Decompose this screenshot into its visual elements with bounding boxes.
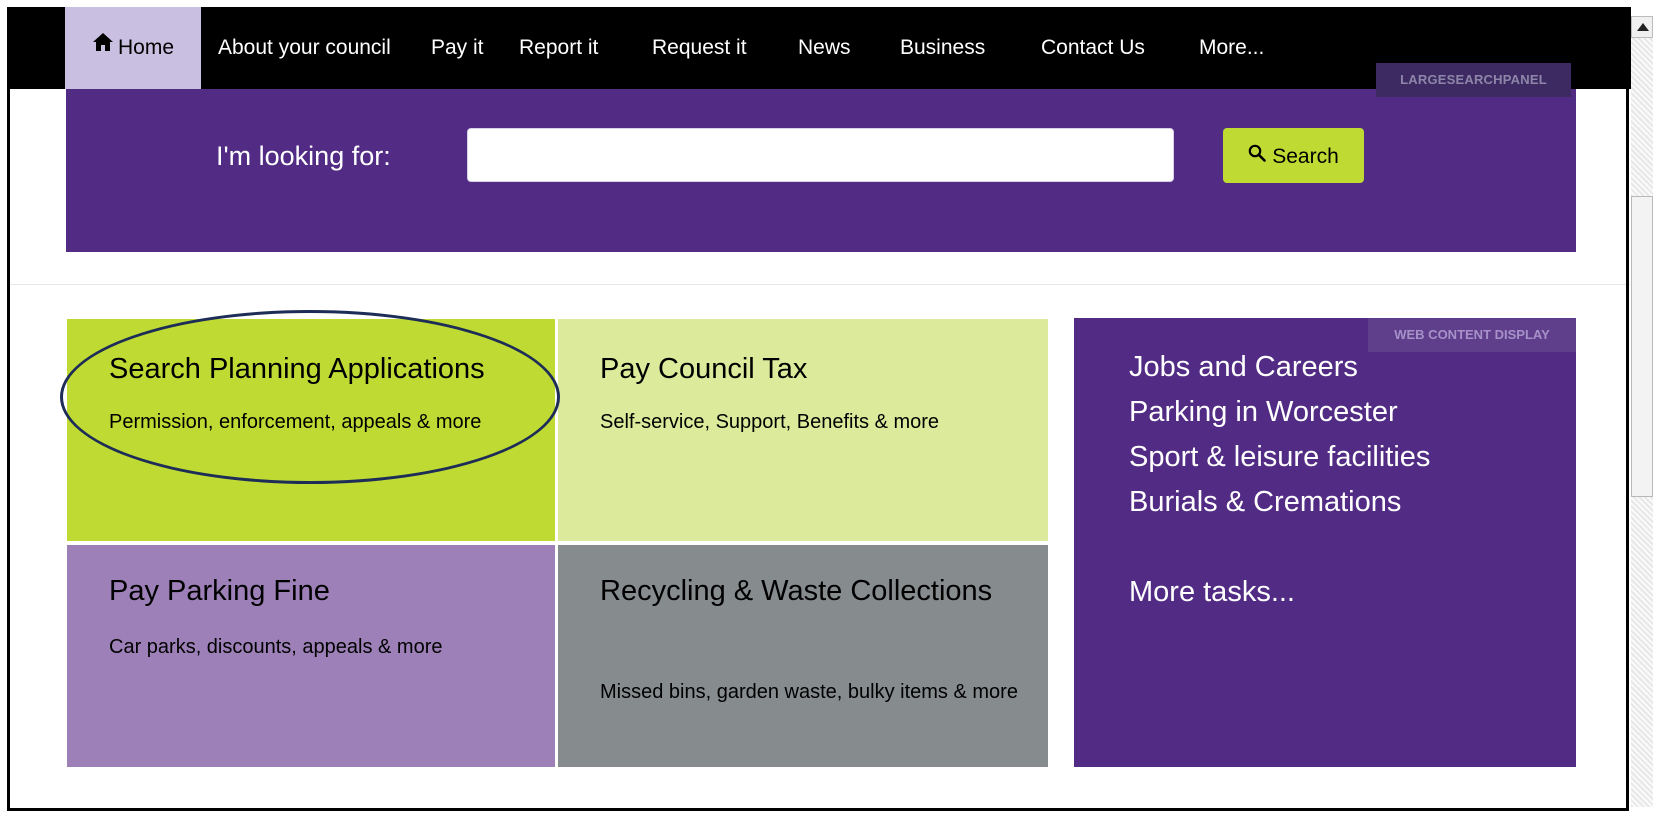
divider [10, 284, 1630, 285]
nav-item-label: Home [117, 36, 175, 59]
search-label: I'm looking for: [216, 141, 391, 171]
search-button-label: Search [1272, 145, 1339, 168]
nav-item-home[interactable]: Home [65, 7, 201, 89]
vertical-scrollbar[interactable] [1631, 16, 1653, 807]
tile-title: Pay Parking Fine [109, 575, 330, 607]
tile-title: Recycling & Waste Collections [600, 575, 993, 607]
nav-item-business[interactable]: Business [900, 7, 985, 89]
portlet-tag: WEB CONTENT DISPLAY [1368, 318, 1576, 352]
task-link-jobs[interactable]: Jobs and Careers [1129, 345, 1358, 389]
task-link-burials[interactable]: Burials & Cremations [1129, 480, 1401, 524]
task-link-parking[interactable]: Parking in Worcester [1129, 390, 1398, 434]
nav-item-report[interactable]: Report it [519, 7, 598, 89]
home-icon [92, 5, 114, 87]
tile-pay-parking-fine[interactable]: Pay Parking Fine Car parks, discounts, a… [67, 545, 555, 767]
search-icon [1248, 128, 1267, 183]
scroll-up-arrow-icon[interactable] [1631, 16, 1653, 38]
task-link-sport[interactable]: Sport & leisure facilities [1129, 435, 1430, 479]
more-tasks-link[interactable]: More tasks... [1129, 570, 1295, 614]
tile-recycling-waste-collections[interactable]: Recycling & Waste Collections Missed bin… [558, 545, 1048, 767]
nav-item-more[interactable]: More... [1199, 7, 1264, 89]
nav-item-news[interactable]: News [798, 7, 851, 89]
nav-item-about[interactable]: About your council [218, 7, 391, 89]
tile-title: Pay Council Tax [600, 353, 808, 385]
tile-description: Car parks, discounts, appeals & more [109, 636, 443, 658]
search-panel: I'm looking for: Search [66, 89, 1576, 252]
task-panel: WEB CONTENT DISPLAY Jobs and Careers Par… [1074, 318, 1576, 767]
tile-title: Search Planning Applications [109, 353, 485, 385]
tile-description: Missed bins, garden waste, bulky items &… [600, 681, 1018, 703]
nav-item-pay[interactable]: Pay it [431, 7, 484, 89]
search-button[interactable]: Search [1223, 128, 1364, 183]
tile-pay-council-tax[interactable]: Pay Council Tax Self-service, Support, B… [558, 319, 1048, 541]
tile-search-planning-applications[interactable]: Search Planning Applications Permission,… [67, 319, 555, 541]
search-input[interactable] [467, 128, 1174, 182]
nav-item-request[interactable]: Request it [652, 7, 747, 89]
tile-description: Permission, enforcement, appeals & more [109, 411, 482, 433]
portlet-tag: LARGESEARCHPANEL [1376, 63, 1571, 97]
nav-item-contact[interactable]: Contact Us [1041, 7, 1145, 89]
scroll-thumb[interactable] [1631, 196, 1653, 497]
tile-description: Self-service, Support, Benefits & more [600, 411, 940, 433]
